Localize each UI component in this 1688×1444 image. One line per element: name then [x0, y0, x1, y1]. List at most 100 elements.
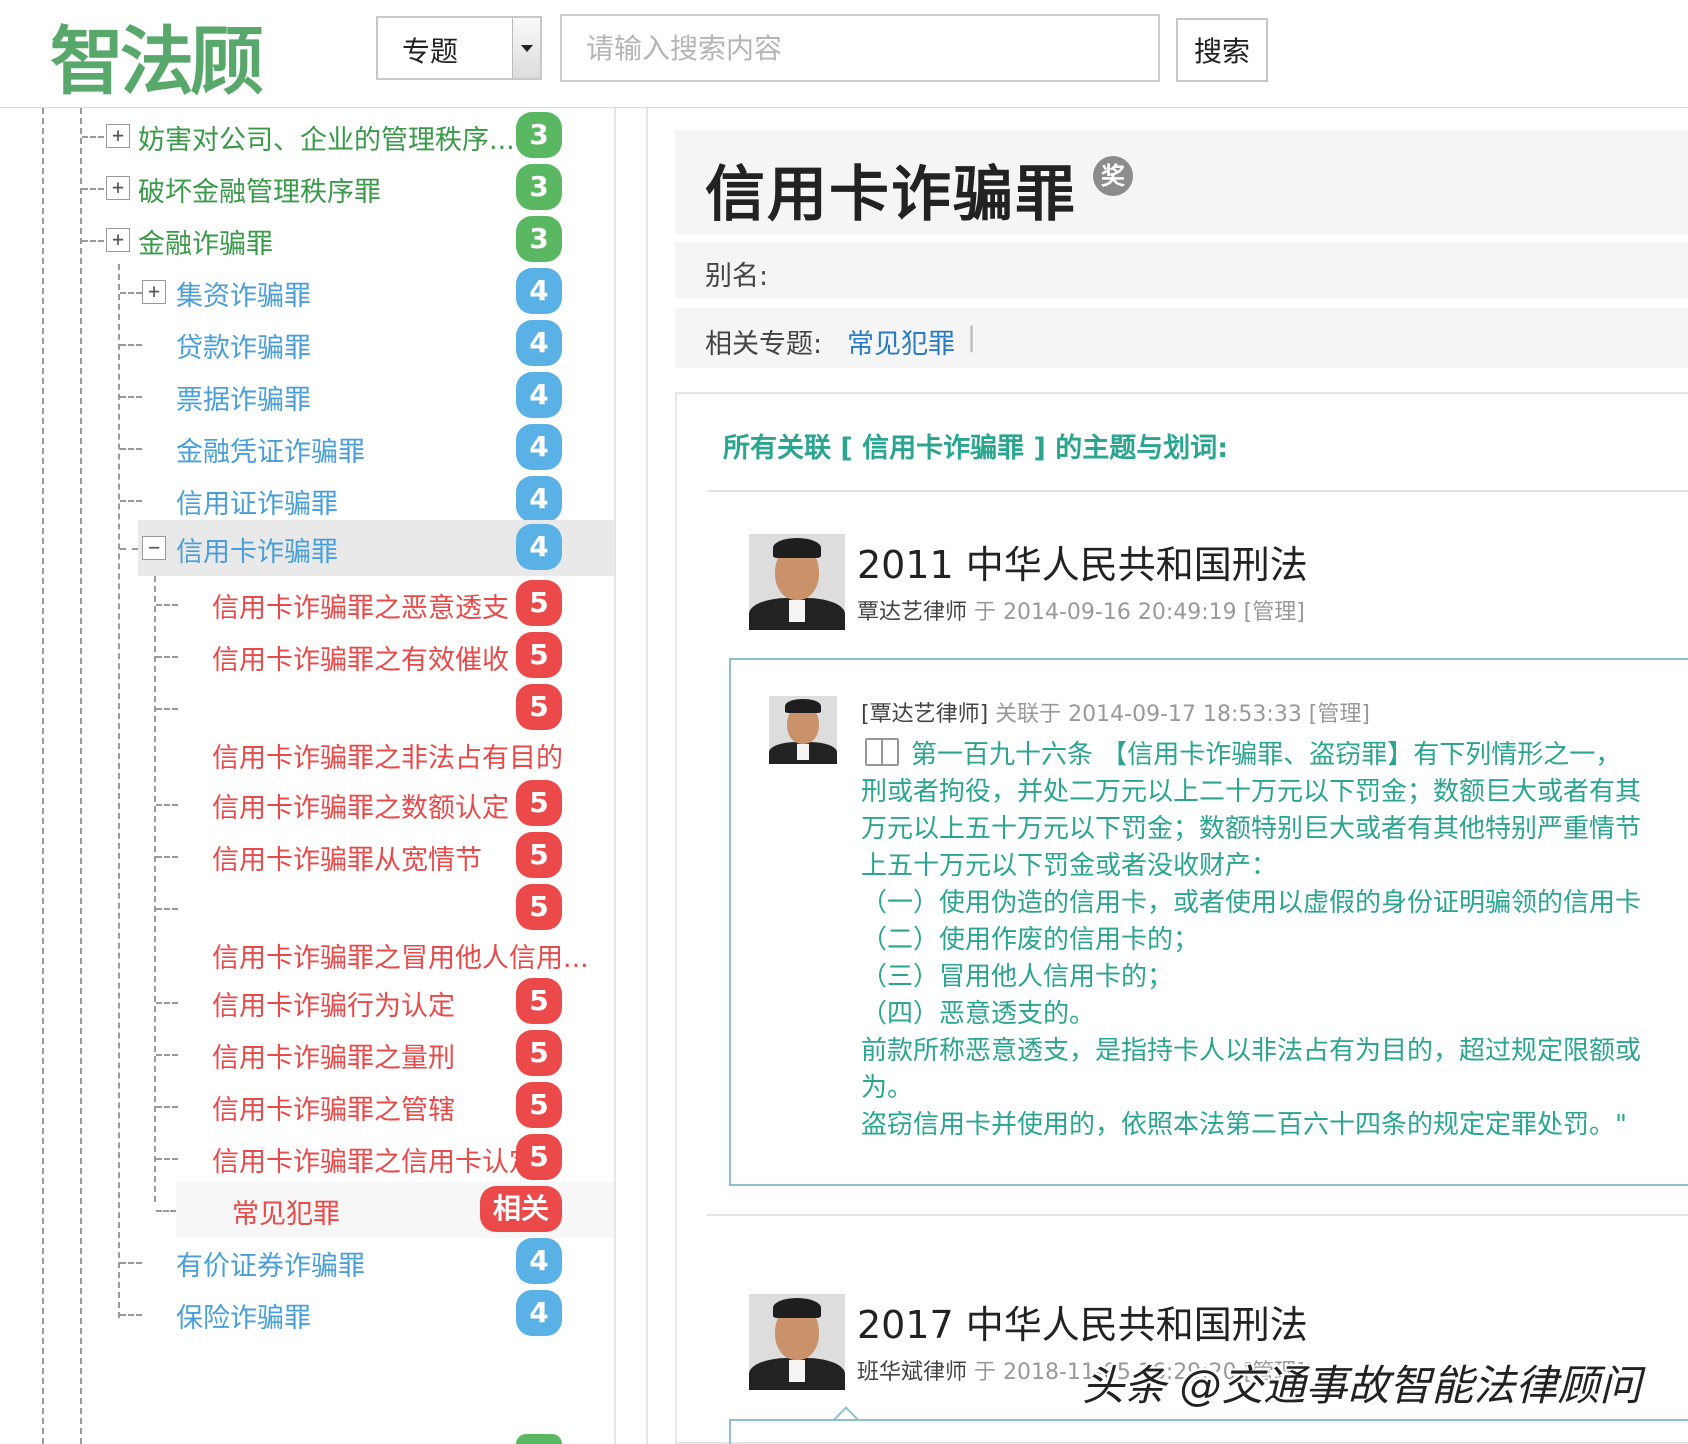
comment-meta: [覃达艺律师] 关联于 2014-09-17 18:53:33 [管理]	[861, 696, 1370, 728]
avatar-hair	[773, 1298, 821, 1318]
avatar[interactable]	[769, 696, 837, 764]
post-title[interactable]: 2011 中华人民共和国刑法	[857, 534, 1308, 589]
comment-timestamp: 关联于 2014-09-17 18:53:33 [管理]	[988, 702, 1370, 727]
tree-node-label[interactable]: 信用卡诈骗罪之冒用他人信用...	[212, 936, 589, 975]
tree-node[interactable]: 贷款诈骗罪 4	[0, 316, 614, 372]
level-badge: 5	[516, 832, 562, 878]
post-title[interactable]: 2017 中华人民共和国刑法	[857, 1294, 1308, 1349]
tree-node[interactable]: 信用卡诈骗罪之信用卡认定 5	[0, 1130, 614, 1186]
tree-node[interactable]: 信用卡诈骗罪之恶意透支 5	[0, 576, 614, 632]
tree-connector	[120, 396, 142, 398]
page-title: 信用卡诈骗罪	[705, 160, 1077, 230]
level-badge: 3	[516, 112, 562, 158]
comment-author[interactable]: [覃达艺律师]	[861, 702, 988, 727]
tree-node-label[interactable]: 信用卡诈骗罪之量刑	[212, 1036, 455, 1075]
tree-node[interactable]: 信用卡诈骗行为认定 5	[0, 974, 614, 1030]
tree-connector	[120, 448, 142, 450]
alias-label: 别名:	[705, 261, 769, 292]
tree-node-label[interactable]: 信用卡诈骗行为认定	[212, 984, 455, 1023]
tree-connector	[120, 292, 142, 294]
tree-connector	[156, 804, 178, 806]
search-input[interactable]	[560, 14, 1160, 82]
expand-icon[interactable]: +	[142, 280, 166, 304]
tree-node-selected[interactable]: − 信用卡诈骗罪 4	[138, 520, 614, 576]
expand-icon[interactable]: +	[106, 176, 130, 200]
tree-connector	[156, 1002, 178, 1004]
tree-node-related[interactable]: 常见犯罪 相关	[176, 1182, 614, 1238]
level-badge: 5	[516, 1134, 562, 1180]
tree-connector	[120, 500, 142, 502]
tree-connector	[82, 188, 104, 190]
level-badge: 4	[516, 320, 562, 366]
tree-node[interactable]: 信用卡诈骗罪之非法占有目的	[0, 726, 614, 782]
tree-node-label[interactable]: 保险诈骗罪	[176, 1296, 311, 1335]
sidebar-divider	[614, 108, 616, 1444]
watermark: 头条 @交通事故智能法律顾问	[1082, 1361, 1642, 1410]
related-badge: 相关	[480, 1186, 562, 1232]
tree-node[interactable]: 信用卡诈骗罪之量刑 5	[0, 1026, 614, 1082]
award-icon[interactable]: 奖	[1093, 156, 1133, 196]
divider	[707, 490, 1688, 492]
tree-node[interactable]: 信用卡诈骗罪之有效催收 5	[0, 628, 614, 684]
tree-node-label[interactable]: 信用卡诈骗罪	[176, 530, 338, 569]
tree-node-label[interactable]: 信用卡诈骗罪之管辖	[212, 1088, 455, 1127]
tree-node-label[interactable]: 票据诈骗罪	[176, 378, 311, 417]
tree-node-label[interactable]: 破坏金融管理秩序罪	[138, 170, 381, 209]
tree-node-label[interactable]: 信用卡诈骗罪之有效催收	[212, 638, 509, 677]
tree-node-label[interactable]: 妨害对公司、企业的管理秩序...	[138, 118, 515, 157]
title-bar: 信用卡诈骗罪 奖	[675, 130, 1688, 234]
tree-node-label[interactable]: 金融凭证诈骗罪	[176, 430, 365, 469]
search-button[interactable]: 搜索	[1176, 18, 1268, 82]
tree-node[interactable]: 信用卡诈骗罪从宽情节 5	[0, 828, 614, 884]
site-logo[interactable]: 智法顾	[50, 2, 264, 109]
level-badge: 5	[516, 1082, 562, 1128]
chevron-down-icon[interactable]	[512, 18, 540, 78]
category-select-value: 专题	[402, 35, 459, 68]
tree-node-label[interactable]: 信用证诈骗罪	[176, 482, 338, 521]
tree-node[interactable]: 信用卡诈骗罪之数额认定 5	[0, 776, 614, 832]
tree-node-label[interactable]: 有价证券诈骗罪	[176, 1244, 365, 1283]
tree-node-label[interactable]: 金融诈骗罪	[138, 222, 273, 261]
collapse-icon[interactable]: −	[142, 536, 166, 560]
law-text-line: （二）使用作废的信用卡的；	[861, 925, 1200, 955]
law-text-line: 刑或者拘役，并处二万元以上二十万元以下罚金；数额巨大或者有其	[861, 777, 1642, 807]
tree-node-label[interactable]: 信用卡诈骗罪从宽情节	[212, 838, 482, 877]
post-author[interactable]: 班华斌律师	[857, 1360, 967, 1385]
tree-node[interactable]: + 破坏金融管理秩序罪 3	[0, 160, 614, 216]
category-select[interactable]: 专题	[376, 16, 542, 80]
level-badge: 3	[516, 216, 562, 262]
tree-connector	[156, 1106, 178, 1108]
law-text-line: 为。	[861, 1073, 914, 1103]
tree-node[interactable]: 有价证券诈骗罪 4	[0, 1234, 614, 1290]
post-author[interactable]: 覃达艺律师	[857, 600, 967, 625]
tree-node-label[interactable]: 信用卡诈骗罪之信用卡认定	[212, 1140, 536, 1179]
tree-connector	[82, 136, 104, 138]
tree-node[interactable]: 金融凭证诈骗罪 4	[0, 420, 614, 476]
related-topic-link[interactable]: 常见犯罪	[847, 322, 955, 361]
tree-connector	[120, 344, 142, 346]
tree-node-label[interactable]: 贷款诈骗罪	[176, 326, 311, 365]
level-badge: 5	[516, 884, 562, 930]
tree-node-label[interactable]: 集资诈骗罪	[176, 274, 311, 313]
tree-node-label[interactable]: 信用卡诈骗罪之非法占有目的	[212, 736, 563, 775]
law-text-line: 盗窃信用卡并使用的，依照本法第二百六十四条的规定定罪处罚。"	[861, 1110, 1627, 1140]
tree-connector	[156, 656, 178, 658]
tree-connector	[120, 1262, 142, 1264]
tree-node-label[interactable]: 信用卡诈骗罪之数额认定	[212, 786, 509, 825]
tree-node[interactable]: 信用卡诈骗罪之管辖 5	[0, 1078, 614, 1134]
tree-node[interactable]: 保险诈骗罪 4	[0, 1286, 614, 1342]
tree-node[interactable]: + 金融诈骗罪 3	[0, 212, 614, 268]
expand-icon[interactable]: +	[106, 124, 130, 148]
tree-node[interactable]: + 妨害对公司、企业的管理秩序... 3	[0, 108, 614, 164]
expand-icon[interactable]: +	[106, 228, 130, 252]
avatar[interactable]	[749, 534, 845, 630]
avatar[interactable]	[749, 1294, 845, 1390]
law-text-line: 第一百九十六条 【信用卡诈骗罪、盗窃罪】有下列情形之一，	[911, 740, 1622, 770]
tree-node[interactable]: 票据诈骗罪 4	[0, 368, 614, 424]
tree-node-label[interactable]: 信用卡诈骗罪之恶意透支	[212, 586, 509, 625]
category-tree-sidebar: + 妨害对公司、企业的管理秩序... 3 + 破坏金融管理秩序罪 3 + 金融诈…	[0, 108, 648, 1444]
law-text-line: 万元以上五十万元以下罚金；数额特别巨大或者有其他特别严重情节	[861, 814, 1642, 844]
level-badge: 4	[516, 372, 562, 418]
tree-node[interactable]: + 集资诈骗罪 4	[0, 264, 614, 320]
tree-node-label[interactable]: 常见犯罪	[232, 1192, 340, 1231]
